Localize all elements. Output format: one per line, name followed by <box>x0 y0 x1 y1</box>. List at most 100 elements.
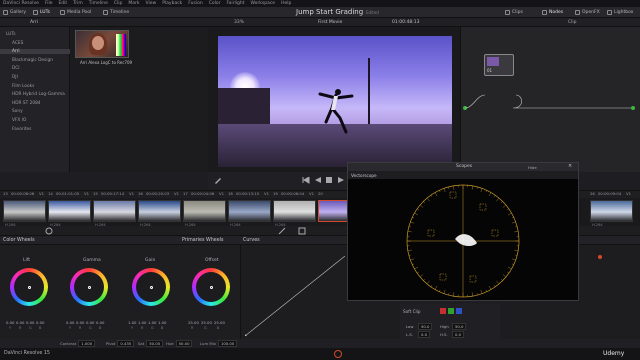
clip-thumbnail[interactable] <box>48 200 91 222</box>
clip-thumbnail[interactable] <box>273 200 316 222</box>
wheel-value[interactable]: 1.00 <box>138 320 146 325</box>
lut-folder-item[interactable]: Blackmagic Design <box>12 58 53 63</box>
gallery-button[interactable]: Gallery <box>3 8 26 17</box>
lut-folder-item[interactable]: Sony <box>12 109 23 114</box>
menu-item-7[interactable]: View <box>146 1 157 6</box>
wheel-value[interactable]: 0.00 <box>76 320 84 325</box>
primaries-control[interactable]: Lum Mix 100.00 <box>200 340 238 347</box>
clip-mode-dropdown[interactable]: Clip <box>568 20 577 25</box>
menu-item-1[interactable]: File <box>45 1 53 6</box>
control-value[interactable]: 0.435 <box>117 340 135 347</box>
node-01[interactable]: 01 <box>484 54 514 76</box>
color-wheels-title[interactable]: Color Wheels <box>3 238 35 243</box>
clip-thumbnail[interactable] <box>228 200 271 222</box>
clip-thumbnail[interactable] <box>93 200 136 222</box>
lut-folder-item[interactable]: DCI <box>12 66 20 71</box>
nodes-button[interactable]: Nodes <box>542 8 563 17</box>
wheel-center-handle[interactable] <box>27 285 31 289</box>
clip-thumbnail[interactable] <box>183 200 226 222</box>
lightbox-button[interactable]: Lightbox <box>607 8 633 17</box>
primaries-wheels-tab[interactable]: Primaries Wheels <box>182 238 224 243</box>
timeline-button[interactable]: Timeline <box>103 8 129 17</box>
control-value[interactable]: 50.00 <box>175 340 193 347</box>
control-value[interactable]: 50.00 <box>146 340 164 347</box>
lut-folder-item[interactable]: ACES <box>12 41 23 46</box>
scopes-window[interactable]: Scopes Hide × Vectorscope <box>347 162 579 301</box>
lut-folder-item[interactable]: HDR Hybrid Log-Gamma <box>12 92 65 97</box>
scopes-hide-button[interactable]: Hide <box>528 165 537 170</box>
menu-item-0[interactable]: DaVinci Resolve <box>3 1 39 6</box>
primaries-control[interactable]: Contrast 1.000 <box>60 340 96 347</box>
menu-item-10[interactable]: Color <box>209 1 221 6</box>
wheel-value[interactable]: 1.00 <box>128 320 136 325</box>
luts-button[interactable]: LUTs <box>33 8 50 17</box>
wheel-value[interactable]: 25.00 <box>214 320 225 325</box>
wheel-value[interactable]: 25.00 <box>201 320 212 325</box>
qualifier-icon[interactable] <box>278 227 286 235</box>
menu-item-5[interactable]: Clip <box>114 1 123 6</box>
control-value[interactable]: 100.00 <box>217 340 238 347</box>
skip-back-icon[interactable] <box>302 177 310 184</box>
control-value[interactable]: 1.000 <box>78 340 96 347</box>
curve-graph[interactable] <box>245 256 345 336</box>
wheel-value[interactable]: 0.00 <box>86 320 94 325</box>
close-icon[interactable]: × <box>568 163 572 169</box>
menu-item-4[interactable]: Timeline <box>89 1 108 6</box>
clip-thumbnail[interactable] <box>3 200 46 222</box>
wheel-value[interactable]: 1.00 <box>158 320 166 325</box>
low-input[interactable]: 50.0 <box>418 323 433 330</box>
viewer-frame[interactable] <box>218 36 452 167</box>
play-reverse-icon[interactable] <box>314 177 322 184</box>
lut-folder-item[interactable]: LUTs <box>6 32 15 37</box>
timeline-name[interactable]: First Movie <box>318 20 342 25</box>
color-page-icon[interactable] <box>334 350 342 358</box>
blue-channel-toggle[interactable] <box>456 308 462 314</box>
lut-thumbnail[interactable] <box>75 30 129 58</box>
wheel-value[interactable]: 0.00 <box>6 320 14 325</box>
menu-item-3[interactable]: Trim <box>73 1 83 6</box>
node-editor[interactable] <box>460 27 640 172</box>
primaries-control[interactable]: Sat 50.00 <box>138 340 164 347</box>
menu-item-13[interactable]: Help <box>281 1 291 6</box>
menu-item-11[interactable]: Fairlight <box>226 1 244 6</box>
wheel-center-handle[interactable] <box>149 285 153 289</box>
zoom-dropdown[interactable]: 33% <box>234 20 244 25</box>
wheel-value[interactable]: 25.00 <box>188 320 199 325</box>
wheel-center-handle[interactable] <box>209 285 213 289</box>
menu-item-2[interactable]: Edit <box>58 1 67 6</box>
clips-button[interactable]: Clips <box>505 8 523 17</box>
green-channel-toggle[interactable] <box>448 308 454 314</box>
hs-input[interactable]: 0.0 <box>452 331 465 338</box>
lut-folder-item[interactable]: Arri <box>0 49 70 55</box>
clip-thumbnail[interactable] <box>138 200 181 222</box>
wheel-value[interactable]: 0.00 <box>36 320 44 325</box>
ls-input[interactable]: 0.0 <box>418 331 431 338</box>
stop-icon[interactable] <box>326 177 333 184</box>
scope-mode-dropdown[interactable]: Vectorscope <box>351 173 377 178</box>
menu-item-8[interactable]: Playback <box>162 1 182 6</box>
window-icon[interactable] <box>298 227 306 235</box>
primaries-control[interactable]: Pivot 0.435 <box>106 340 135 347</box>
wheel-value[interactable]: 0.00 <box>26 320 34 325</box>
curves-title[interactable]: Curves <box>243 238 260 243</box>
lut-folder-item[interactable]: DJI <box>12 75 18 80</box>
openfx-button[interactable]: OpenFX <box>575 8 600 17</box>
keyframe-marker[interactable] <box>598 255 602 259</box>
menu-item-9[interactable]: Fusion <box>188 1 202 6</box>
clip-thumbnail[interactable] <box>590 200 633 222</box>
lut-folder-item[interactable]: Film Looks <box>12 84 34 89</box>
lut-folder-item[interactable]: HDR ST 2084 <box>12 101 41 106</box>
pen-tool-icon[interactable] <box>214 176 222 184</box>
red-channel-toggle[interactable] <box>440 308 446 314</box>
wheel-value[interactable]: 0.00 <box>96 320 104 325</box>
media-pool-button[interactable]: Media Pool <box>60 8 91 17</box>
menu-item-12[interactable]: Workspace <box>250 1 275 6</box>
menu-item-6[interactable]: Mark <box>128 1 139 6</box>
high-input[interactable]: 50.0 <box>452 323 467 330</box>
wheel-center-handle[interactable] <box>87 285 91 289</box>
play-icon[interactable] <box>337 177 345 184</box>
wheel-value[interactable]: 0.00 <box>16 320 24 325</box>
wheel-value[interactable]: 0.00 <box>66 320 74 325</box>
primaries-control[interactable]: Hue 50.00 <box>166 340 193 347</box>
scopes-title-bar[interactable]: Scopes Hide × <box>348 163 578 171</box>
